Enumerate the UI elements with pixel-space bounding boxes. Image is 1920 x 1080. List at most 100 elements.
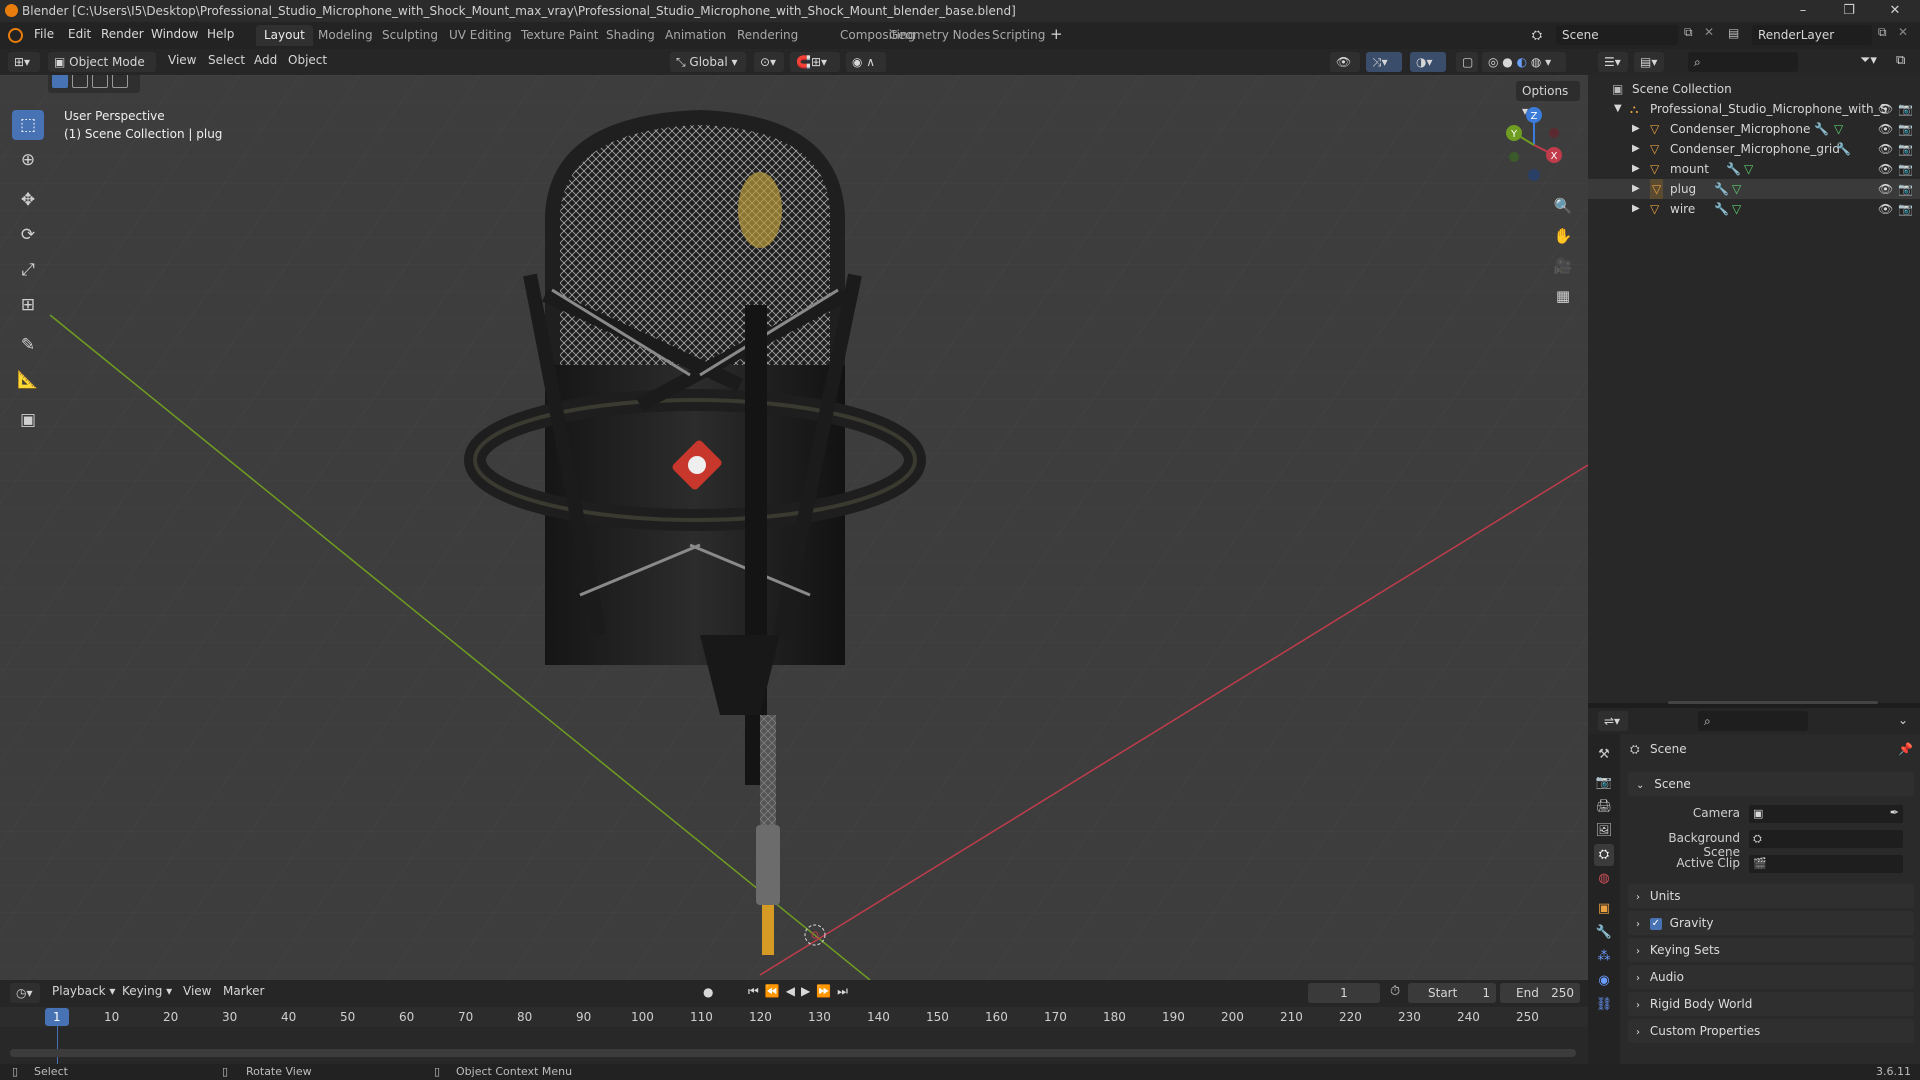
mesh-data-icon[interactable]: ▽: [1834, 119, 1843, 139]
keying-sets-section[interactable]: › Keying Sets: [1628, 938, 1914, 962]
cursor-tool-icon[interactable]: ⊕: [12, 145, 44, 175]
modifier-wrench-icon[interactable]: 🔧: [1714, 199, 1729, 219]
viewport-menu-view[interactable]: View: [168, 53, 196, 67]
eye-icon[interactable]: 👁: [1878, 179, 1893, 199]
camera-render-icon[interactable]: 📷: [1898, 199, 1913, 219]
tool-tab-icon[interactable]: ⚒: [1594, 744, 1614, 766]
physics-tab-icon[interactable]: ◉: [1594, 970, 1614, 992]
add-workspace-icon[interactable]: +: [1050, 25, 1063, 43]
new-view-layer-icon[interactable]: ⧉: [1878, 25, 1887, 40]
camera-render-icon[interactable]: 📷: [1898, 159, 1913, 179]
filter-icon[interactable]: ⏷▾: [1860, 53, 1877, 68]
blender-menu-icon[interactable]: [8, 28, 23, 43]
tab-shading[interactable]: Shading: [598, 25, 663, 46]
new-collection-icon[interactable]: ⧉: [1896, 53, 1905, 68]
timeline-menu-keying[interactable]: Keying ▾: [122, 984, 172, 998]
gizmo-neg-z[interactable]: [1528, 169, 1540, 181]
outliner-search-input[interactable]: ⌕: [1688, 52, 1798, 72]
tab-layout[interactable]: Layout: [256, 25, 313, 46]
options-dropdown[interactable]: Options ▾: [1516, 81, 1580, 118]
camera-render-icon[interactable]: 📷: [1898, 99, 1913, 119]
properties-editor-type-icon[interactable]: ⇌▾: [1598, 711, 1628, 731]
camera-view-icon[interactable]: 🎥: [1550, 253, 1576, 279]
modifier-wrench-icon[interactable]: 🔧: [1714, 179, 1729, 199]
timeline-menu-view[interactable]: View: [183, 984, 211, 998]
transform-orientation-selector[interactable]: ⤡ Global ▾: [670, 52, 746, 72]
modifier-wrench-icon[interactable]: 🔧: [1814, 119, 1829, 139]
overlay-toggle-icon[interactable]: ◑▾: [1410, 52, 1446, 72]
outliner-scrollbar[interactable]: [1668, 701, 1878, 704]
tab-animation[interactable]: Animation: [657, 25, 734, 46]
units-section[interactable]: › Units: [1628, 884, 1914, 908]
mesh-data-icon[interactable]: ▽: [1732, 179, 1741, 199]
end-frame-field[interactable]: End 250: [1500, 983, 1580, 1003]
scale-tool-icon[interactable]: ⤢: [12, 255, 44, 285]
ortho-grid-icon[interactable]: ▦: [1550, 283, 1576, 309]
start-frame-field[interactable]: Start 1: [1408, 983, 1496, 1003]
visibility-icon[interactable]: 👁▾: [1330, 52, 1360, 89]
pan-hand-icon[interactable]: ✋: [1550, 223, 1576, 249]
pivot-point-icon[interactable]: ⊙▾: [754, 52, 784, 72]
timeline-frames[interactable]: 1 10 20 30 40 50 60 70 80 90 100 110 120…: [0, 1007, 1588, 1064]
expand-arrow-icon[interactable]: ▼: [1614, 99, 1622, 119]
gravity-checkbox[interactable]: ✓: [1649, 917, 1662, 930]
menu-window[interactable]: Window: [151, 27, 198, 41]
select-extend-icon[interactable]: [72, 75, 88, 88]
properties-options-icon[interactable]: ⌄: [1898, 713, 1908, 727]
minimize-button[interactable]: –: [1780, 0, 1826, 22]
rotate-tool-icon[interactable]: ⟳: [12, 220, 44, 250]
gizmo-toggle-icon[interactable]: ⤨▾: [1366, 52, 1402, 72]
display-mode-icon[interactable]: ▤▾: [1634, 52, 1664, 72]
select-subtract-icon[interactable]: [92, 75, 108, 88]
transform-tool-icon[interactable]: ⊞: [12, 290, 44, 320]
object-tab-icon[interactable]: ▣: [1594, 898, 1614, 920]
eye-icon[interactable]: 👁: [1878, 139, 1893, 159]
eye-icon[interactable]: 👁: [1878, 159, 1893, 179]
outliner-row-scene-collection[interactable]: ▣ Scene Collection: [1588, 79, 1920, 99]
properties-search-input[interactable]: ⌕: [1698, 711, 1808, 731]
eye-icon[interactable]: 👁: [1878, 119, 1893, 139]
timeline-editor-type-icon[interactable]: ◷▾: [10, 983, 40, 1003]
preview-range-icon[interactable]: ⏱: [1390, 984, 1400, 999]
pin-icon[interactable]: 📌: [1898, 742, 1913, 756]
viewport-menu-object[interactable]: Object: [288, 53, 327, 67]
expand-arrow-icon[interactable]: ▶: [1632, 119, 1640, 139]
measure-tool-icon[interactable]: 📐: [12, 365, 44, 395]
xray-icon[interactable]: ▢: [1456, 52, 1478, 72]
snap-icon[interactable]: 🧲⊞▾: [790, 52, 840, 72]
tab-texture-paint[interactable]: Texture Paint: [513, 25, 606, 46]
gizmo-neg-x[interactable]: [1549, 128, 1559, 138]
select-new-icon[interactable]: [52, 75, 68, 88]
mesh-data-icon[interactable]: ▽: [1744, 159, 1753, 179]
gizmo-neg-y[interactable]: [1509, 152, 1519, 162]
shading-mode-selector[interactable]: ◎ ● ◐ ◍ ▾: [1482, 52, 1566, 72]
menu-file[interactable]: File: [34, 27, 54, 41]
new-scene-icon[interactable]: ⧉: [1684, 25, 1693, 40]
scene-selector[interactable]: Scene: [1556, 25, 1678, 45]
particles-tab-icon[interactable]: ⁂: [1594, 946, 1614, 968]
audio-section[interactable]: › Audio: [1628, 965, 1914, 989]
selection-mode-buttons[interactable]: [48, 75, 140, 93]
zoom-icon[interactable]: 🔍: [1550, 193, 1576, 219]
current-frame-field[interactable]: 1: [1308, 983, 1380, 1003]
annotate-tool-icon[interactable]: ✎: [12, 330, 44, 360]
background-scene-field[interactable]: ⛭: [1748, 829, 1904, 849]
eye-icon[interactable]: 👁: [1878, 199, 1893, 219]
modifier-wrench-icon[interactable]: 🔧: [1836, 139, 1851, 159]
expand-arrow-icon[interactable]: ▶: [1632, 199, 1640, 219]
expand-arrow-icon[interactable]: ▶: [1632, 179, 1640, 199]
outliner-row-object[interactable]: ▶ ▽ Condenser_Microphone_grid 🔧 👁 📷: [1588, 139, 1920, 159]
record-icon[interactable]: ●: [703, 985, 713, 999]
modifier-wrench-icon[interactable]: 🔧: [1726, 159, 1741, 179]
close-button[interactable]: ✕: [1872, 0, 1918, 22]
tab-sculpting[interactable]: Sculpting: [374, 25, 446, 46]
output-tab-icon[interactable]: 🖨: [1594, 796, 1614, 818]
viewport-menu-select[interactable]: Select: [208, 53, 245, 67]
mesh-data-icon[interactable]: ▽: [1732, 199, 1741, 219]
tab-modeling[interactable]: Modeling: [310, 25, 381, 46]
view-layer-icon[interactable]: ▤: [1728, 26, 1739, 40]
outliner-row-object[interactable]: ▶ ▽ mount 🔧 ▽ 👁 📷: [1588, 159, 1920, 179]
modifier-tab-icon[interactable]: 🔧: [1594, 922, 1614, 944]
outliner-row-object[interactable]: ▶ ▽ wire 🔧 ▽ 👁 📷: [1588, 199, 1920, 219]
editor-type-icon[interactable]: ⊞▾: [8, 52, 40, 72]
